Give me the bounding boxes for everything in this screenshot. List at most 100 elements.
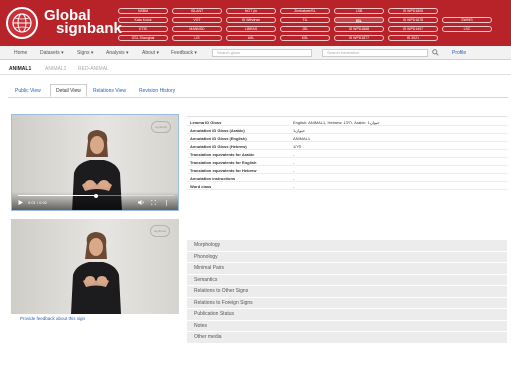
dataset-pill-lsc[interactable]: LSC — [442, 26, 492, 32]
dataset-row: GSL Shanghai LIS ASL KSL IS WPD1877 IS 2021 — [118, 35, 492, 41]
info-label: Word class — [190, 183, 212, 189]
dataset-pill-ksl[interactable]: KSL — [280, 35, 330, 41]
site-header: Global signbank NSBM ISLANT NGT (in Zimbabw… — [0, 0, 511, 46]
gloss-tab-animal1[interactable]: ANIMAL1 — [9, 66, 31, 72]
dataset-pill-lis[interactable]: LIS — [172, 35, 222, 41]
search-icon[interactable] — [432, 49, 439, 58]
dataset-pill-mannsd[interactable]: MANNSD — [172, 26, 222, 32]
video-progress-knob[interactable] — [94, 193, 98, 198]
profile-link[interactable]: Profile — [452, 50, 466, 56]
info-row-lemma-id-gloss: Lemma ID Gloss English: ANIMAL1, Hebrew: … — [187, 116, 507, 126]
info-label: Annotation ID Gloss (Arabic) — [190, 127, 245, 133]
brand-line2: signbank — [56, 20, 122, 37]
info-label: Annotation instructions — [190, 175, 236, 181]
tab-revision-history[interactable]: Revision History — [139, 88, 175, 94]
dataset-pill-gsl-shanghai[interactable]: GSL Shanghai — [118, 35, 168, 41]
nav-feedback[interactable]: Feedback ▾ — [171, 50, 197, 56]
dataset-pill-vgt[interactable]: VGT — [172, 17, 222, 23]
signbank-watermark: signbank — [151, 121, 171, 133]
info-label: Translation equivalents for Arabic — [190, 151, 255, 157]
dataset-row: ETIS MANNSD LIBRAS JSL IS WPD1868 IS WPD1957 L… — [118, 26, 492, 32]
info-value: English: ANIMAL1, Hebrew: 1חיה, Arabic: … — [293, 119, 380, 125]
tab-detail-view[interactable]: Detail View — [50, 84, 87, 97]
dataset-pill-til[interactable]: TIL — [280, 17, 330, 23]
dataset-pill-nsbm[interactable]: NSBM — [118, 8, 168, 14]
gloss-search-input[interactable]: Search gloss — [212, 49, 312, 57]
more-options-icon[interactable] — [165, 200, 168, 208]
nav-signs[interactable]: Signs ▾ — [77, 50, 93, 56]
info-row-annotation-id-gloss-english: Annotation ID Gloss (English) ANIMAL1 — [187, 134, 507, 142]
info-label: Annotation ID Gloss (Hebrew) — [190, 143, 247, 149]
sign-still-image: signbank — [11, 219, 179, 314]
accordion-semantics[interactable]: Semantics — [187, 274, 507, 286]
dataset-pill-asl[interactable]: ASL — [226, 35, 276, 41]
dataset-pill-jsl[interactable]: JSL — [280, 26, 330, 32]
accordion-phonology[interactable]: Phonology — [187, 251, 507, 263]
gloss-info-table: Lemma ID Gloss English: ANIMAL1, Hebrew: … — [187, 116, 507, 190]
accordion-other-media[interactable]: Other media — [187, 332, 507, 344]
video-time: 0:01 / 0:02 — [28, 200, 47, 205]
accordion-relations-to-foreign-signs[interactable]: Relations to Foreign Signs — [187, 297, 507, 309]
dataset-row: Kata Kolok VGT IS Wthdrwn TIL ISL IS WPD1878 S… — [118, 17, 492, 23]
info-row-word-class: Word class - — [187, 182, 507, 190]
main-nav: Home Datasets ▾ Signs ▾ Analysis ▾ About… — [0, 46, 511, 60]
fullscreen-icon[interactable] — [150, 199, 157, 207]
accordion-minimal-pairs[interactable]: Minimal Pairs — [187, 263, 507, 275]
info-value: - — [293, 175, 295, 181]
dataset-pill-zimbabwe-sl[interactable]: Zimbabwe/SL — [280, 8, 330, 14]
dataset-pill-kata-kolok[interactable]: Kata Kolok — [118, 17, 168, 23]
site-brand[interactable]: Global signbank — [44, 8, 122, 37]
feedback-link[interactable]: Provide feedback about this sign — [20, 316, 85, 321]
dataset-pill-is-wthdrwn[interactable]: IS Wthdrwn — [226, 17, 276, 23]
nav-home[interactable]: Home — [14, 50, 27, 56]
sign-video-player[interactable]: signbank 0:01 / 0:02 — [11, 114, 179, 211]
accordion-notes[interactable]: Notes — [187, 320, 507, 332]
nav-datasets[interactable]: Datasets ▾ — [40, 50, 64, 56]
play-icon[interactable] — [18, 200, 23, 207]
info-row-translation-equivalents-for-english: Translation equivalents for English - — [187, 158, 507, 166]
info-value: 1חיה — [293, 143, 302, 149]
video-controls: 0:01 / 0:02 — [12, 192, 178, 210]
dataset-pill-libras[interactable]: LIBRAS — [226, 26, 276, 32]
info-value: - — [293, 151, 295, 157]
dataset-pill-is-wpd1878[interactable]: IS WPD1878 — [388, 17, 438, 23]
translation-search-input[interactable]: Search translation — [322, 49, 428, 57]
gloss-tab-red-animal[interactable]: RED-ANIMAL — [78, 66, 109, 72]
dataset-pill-lsb[interactable]: LSB — [334, 8, 384, 14]
dataset-pill-is-wpd1877[interactable]: IS WPD1877 — [334, 35, 384, 41]
info-label: Translation equivalents for English — [190, 159, 257, 165]
gloss-tab-animal2[interactable]: ANIMAL2 — [45, 66, 66, 72]
info-value: - — [293, 183, 295, 189]
mute-icon[interactable] — [138, 200, 145, 207]
dataset-pill-swhis[interactable]: SWHIS — [442, 17, 492, 23]
tab-relations-view[interactable]: Relations View — [93, 88, 126, 94]
info-row-annotation-instructions: Annotation instructions - — [187, 174, 507, 182]
info-row-translation-equivalents-for-hebrew: Translation equivalents for Hebrew - — [187, 166, 507, 174]
dataset-pill-islant[interactable]: ISLANT — [172, 8, 222, 14]
dataset-pill-is-wpd1868[interactable]: IS WPD1868 — [334, 26, 384, 32]
info-label: Translation equivalents for Hebrew — [190, 167, 257, 173]
dataset-pill-is-wpd1805[interactable]: IS WPD1805 — [388, 8, 438, 14]
video-progress-bar[interactable] — [18, 193, 174, 198]
info-row-annotation-id-gloss-hebrew: Annotation ID Gloss (Hebrew) 1חיה — [187, 142, 507, 150]
video-progress-fill — [18, 195, 96, 196]
dataset-pill-isl[interactable]: ISL — [334, 17, 384, 23]
info-value: 1حيوان — [293, 127, 306, 133]
gloss-tabs-divider — [0, 74, 511, 75]
dataset-pill-etis[interactable]: ETIS — [118, 26, 168, 32]
tab-public-view[interactable]: Public View — [15, 88, 41, 94]
accordion-relations-to-other-signs[interactable]: Relations to Other Signs — [187, 286, 507, 298]
nav-about[interactable]: About ▾ — [142, 50, 159, 56]
accordion-publication-status[interactable]: Publication Status — [187, 309, 507, 321]
dataset-pill-is-2021[interactable]: IS 2021 — [388, 35, 438, 41]
globe-logo-icon[interactable] — [6, 7, 38, 39]
info-value: - — [293, 167, 295, 173]
view-tabs-divider — [8, 97, 508, 98]
dataset-pill-is-wpd1957[interactable]: IS WPD1957 — [388, 26, 438, 32]
details-accordion: Morphology Phonology Minimal Pairs Semantic… — [187, 240, 507, 344]
accordion-morphology[interactable]: Morphology — [187, 240, 507, 252]
info-row-annotation-id-gloss-arabic: Annotation ID Gloss (Arabic) 1حيوان — [187, 126, 507, 134]
info-value: - — [293, 159, 295, 165]
nav-analysis[interactable]: Analysis ▾ — [106, 50, 129, 56]
dataset-pill-ngt-in[interactable]: NGT (in — [226, 8, 276, 14]
